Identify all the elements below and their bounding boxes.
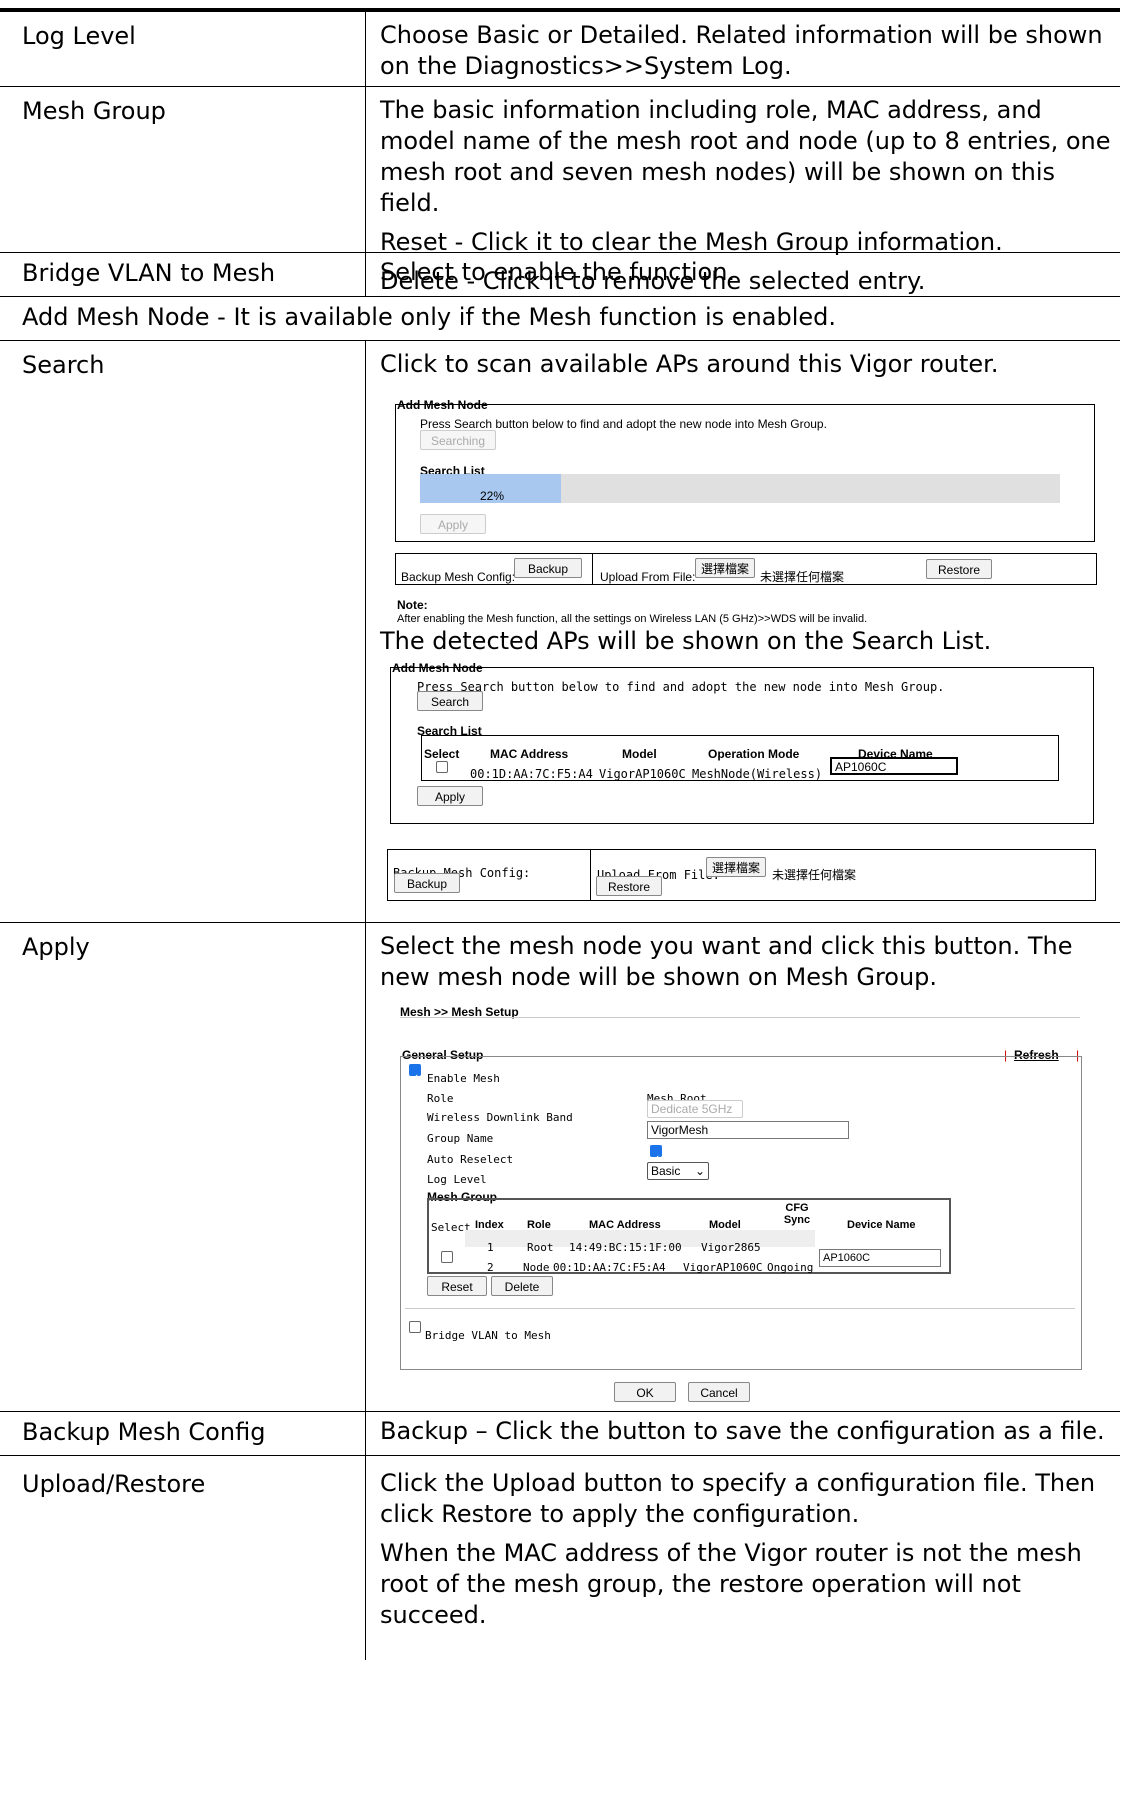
header-cfg-sync: CFG Sync [783,1202,811,1226]
label-cell: Mesh Group [0,87,366,252]
header-device-name: Device Name [847,1219,916,1231]
screenshot-searching: Add Mesh Node Press Search button below … [380,388,1120,625]
choose-file-button[interactable]: 選擇檔案 [695,558,755,578]
row-label: Backup Mesh Config [22,1418,266,1446]
row-label: Search [22,351,105,379]
upload-label: Upload From File: [600,570,696,584]
add-mesh-node-text: Add Mesh Node - It is available only if … [22,303,836,331]
cancel-button[interactable]: Cancel [688,1382,750,1402]
label-cell: Upload/Restore [0,1456,366,1660]
screenshot-search-list: Add Mesh Node Press Search button below … [380,657,1120,901]
label-cell: Search [0,341,366,922]
log-level-select[interactable]: Basic ⌄ [647,1162,709,1180]
enable-mesh-checkbox[interactable] [409,1063,421,1094]
no-file-text: 未選擇任何檔案 [760,570,845,584]
label-cell: Log Level [0,12,366,86]
divider [592,554,593,584]
row-label: Bridge VLAN to Mesh [22,259,276,287]
row2-model: VigorAP1060C [683,1261,763,1274]
apply-button[interactable]: Apply [417,786,483,806]
description-text: The basic information including role, MA… [380,96,1111,217]
breadcrumb: Mesh >> Mesh Setup [400,1005,519,1019]
row-add-mesh-node: Add Mesh Node - It is available only if … [0,297,1120,341]
row-log-level: Log Level Choose Basic or Detailed. Rela… [0,12,1120,87]
progress-label: 22% [480,489,505,503]
row2-sync: Ongoing [767,1261,814,1274]
bridge-vlan-label: Bridge VLAN to Mesh [425,1329,551,1342]
device-name-input[interactable]: AP1060C [819,1249,941,1267]
note-text: After enabling the Mesh function, all th… [397,613,868,625]
label-cell: Backup Mesh Config [0,1412,366,1455]
row-upload-restore: Upload/Restore Click the Upload button t… [0,1456,1120,1660]
group-name-input[interactable]: VigorMesh [647,1121,849,1139]
description-text: Click to scan available APs around this … [380,350,999,378]
row-mac: 00:1D:AA:7C:F5:A4 [470,767,593,781]
auto-reselect-checkbox[interactable] [650,1144,662,1175]
document-table: Log Level Choose Basic or Detailed. Rela… [0,8,1120,1660]
divider [590,850,591,900]
no-file-text: 未選擇任何檔案 [772,868,857,882]
reset-button[interactable]: Reset [427,1276,487,1296]
backup-label: Backup Mesh Config: [401,570,516,584]
row-description: Select the mesh node you want and click … [380,923,1120,1407]
add-mesh-node-panel: Press Search button below to find and ad… [395,404,1095,542]
apply-button[interactable]: Apply [420,514,486,534]
row-backup-mesh-config: Backup Mesh Config Backup – Click the bu… [0,1412,1120,1456]
description-text: Select the mesh node you want and click … [380,932,1073,991]
row-description: Backup – Click the button to save the co… [380,1412,1120,1447]
add-mesh-node-panel: Press Search button below to find and ad… [390,667,1094,824]
choose-file-button[interactable]: 選擇檔案 [706,857,766,877]
log-level-value: Basic [651,1164,681,1178]
row-bridge-vlan: Bridge VLAN to Mesh Select to enable the… [0,253,1120,297]
row-apply: Apply Select the mesh node you want and … [0,923,1120,1412]
bridge-vlan-checkbox[interactable] [409,1321,421,1333]
row-model: VigorAP1060C [599,767,686,781]
backup-button[interactable]: Backup [394,873,460,893]
row-mesh-group: Mesh Group The basic information includi… [0,87,1120,295]
description-text: Choose Basic or Detailed. Related inform… [380,21,1103,80]
label-cell: Apply [0,923,366,1411]
delete-button[interactable]: Delete [491,1276,553,1296]
band-value: Dedicate 5GHz [651,1102,733,1116]
row-label: Upload/Restore [22,1470,206,1498]
restore-button[interactable]: Restore [596,876,662,896]
mesh-group-table: Select Index Role MAC Address Model CFG … [427,1198,951,1274]
backup-restore-panel: Backup Mesh Config: Backup Upload From F… [395,553,1097,585]
device-name-input[interactable]: AP1060C [830,757,958,775]
separator [400,1017,1080,1018]
description-text: Backup – Click the button to save the co… [380,1417,1105,1445]
row-label: Log Level [22,22,136,50]
row-description: Click to scan available APs around this … [380,341,1120,901]
row-mode: MeshNode(Wireless) [692,767,823,781]
row-search: Search Click to scan available APs aroun… [0,341,1120,923]
row-select-checkbox[interactable] [441,1251,453,1263]
screenshot-mesh-setup: Mesh >> Mesh Setup General Setup | Refre… [380,997,1120,1407]
restore-button[interactable]: Restore [926,559,992,579]
search-list-table: Select MAC Address Model Operation Mode … [421,735,1059,781]
band-select[interactable]: Dedicate 5GHz ⌄ [647,1100,743,1132]
description-text: Click the Upload button to specify a con… [380,1469,1096,1528]
panel-instruction: Press Search button below to find and ad… [417,680,945,694]
description-text: Select to enable the function. [380,258,736,286]
general-setup-panel: Enable Mesh Role Mesh Root Wireless Down… [400,1056,1082,1370]
row-description: Choose Basic or Detailed. Related inform… [380,12,1120,82]
backup-button[interactable]: Backup [514,558,582,578]
row-label: Mesh Group [22,97,166,125]
label-cell: Bridge VLAN to Mesh [0,253,366,296]
description-text-2: When the MAC address of the Vigor router… [380,1539,1082,1629]
search-button[interactable]: Search [417,691,483,711]
row-description: Select to enable the function. [380,253,1120,288]
row-description: Click the Upload button to specify a con… [380,1456,1120,1631]
row-select-checkbox[interactable] [436,761,448,773]
separator [405,1308,1075,1309]
chevron-down-icon: ⌄ [694,1164,705,1178]
progress-bar: 22% [420,474,1060,503]
backup-restore-panel: Backup Mesh Config: Backup Upload From F… [387,849,1096,901]
row-label: Apply [22,933,90,961]
row2-mac: 00:1D:AA:7C:F5:A4 [553,1261,666,1274]
searching-button[interactable]: Searching [420,430,496,450]
ok-button[interactable]: OK [614,1382,676,1402]
